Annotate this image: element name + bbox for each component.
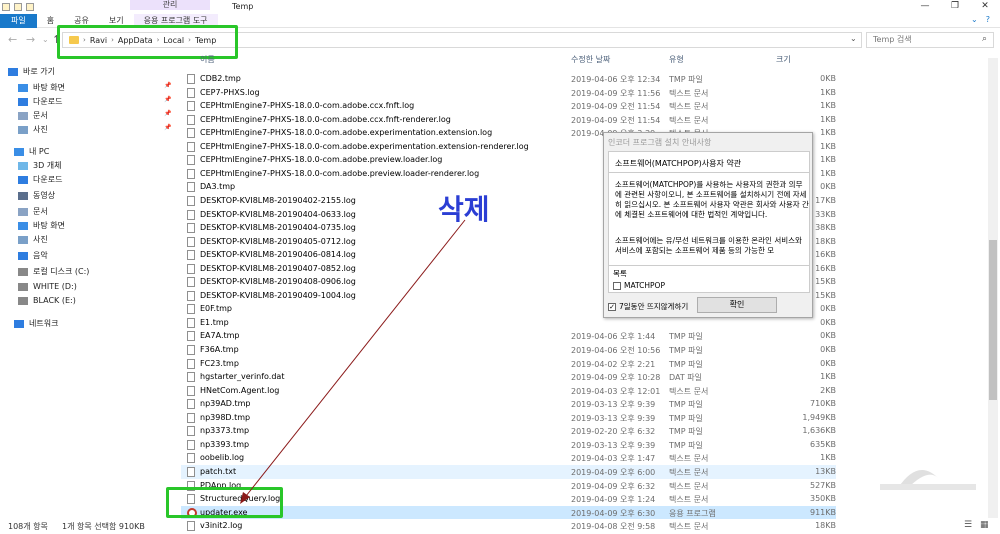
- arrow-line: [245, 219, 466, 497]
- watermark: [878, 458, 978, 501]
- annotation-arrow: [240, 219, 466, 504]
- arrow-head: [240, 492, 250, 504]
- watermark-logo: [880, 470, 976, 490]
